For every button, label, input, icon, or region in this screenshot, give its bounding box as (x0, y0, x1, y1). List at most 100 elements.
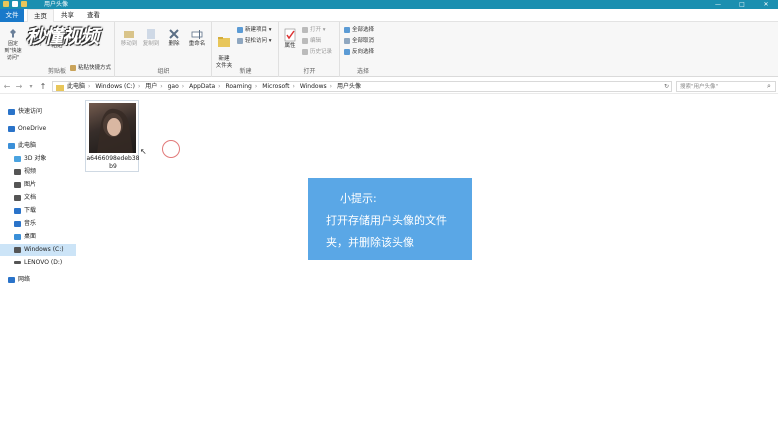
sidebar-item-lenovo-d[interactable]: LENOVO (D:) (0, 257, 76, 269)
rename-button[interactable]: 重命名 (186, 28, 208, 48)
new-item-button[interactable]: 新建项目 ▾ (237, 26, 272, 35)
ribbon: 固定到"快速访问" 复制 粘贴 粘贴快捷方式 剪贴板 移动到 复制到 删除 重命… (0, 22, 778, 77)
path-box[interactable]: 此电脑 › Windows (C:) › 用户 › gao › AppData › Roa… (52, 81, 672, 92)
pin-icon (10, 29, 16, 38)
select-all-icon (344, 26, 350, 33)
new-group: 新建 文件夹 新建项目 ▾ 轻松访问 ▾ 新建 (213, 22, 279, 77)
star-icon (8, 108, 15, 115)
history-icon (302, 48, 308, 55)
sidebar-item-this-pc[interactable]: 此电脑 (0, 140, 76, 152)
new-folder-icon[interactable] (21, 1, 27, 7)
title-bar: 用户头像 — □ ✕ (0, 0, 778, 9)
pin-quick-access-button[interactable]: 固定到"快速访问" (2, 28, 24, 62)
sidebar-item-3d-objects[interactable]: 3D 对象 (0, 153, 76, 165)
sidebar-item-videos[interactable]: 视频 (0, 166, 76, 178)
tab-file[interactable]: 文件 (0, 9, 24, 22)
search-icon: ⌕ (767, 82, 771, 90)
rename-icon (191, 30, 203, 39)
drive-icon (14, 246, 21, 253)
document-icon (14, 194, 21, 201)
navigation-pane: 快速访问 OneDrive 此电脑 3D 对象 视频 图片 文档 下载 音乐 桌… (0, 96, 76, 438)
new-group-label: 新建 (239, 68, 252, 75)
clipboard-group-label: 剪贴板 (47, 68, 66, 75)
breadcrumb-item[interactable]: 用户 (145, 83, 157, 90)
breadcrumb-item[interactable]: Windows (C:) (95, 83, 135, 90)
move-to-button[interactable]: 移动到 (120, 28, 138, 48)
tab-home[interactable]: 主页 (27, 9, 54, 22)
open-button[interactable]: 打开 ▾ (302, 26, 326, 35)
properties-icon[interactable] (12, 1, 18, 7)
open-group: 属性 打开 ▾ 编辑 历史记录 打开 (280, 22, 340, 77)
sidebar-item-desktop[interactable]: 桌面 (0, 231, 76, 243)
sidebar-item-documents[interactable]: 文档 (0, 192, 76, 204)
history-button[interactable]: 历史记录 (302, 48, 332, 57)
copy-to-button[interactable]: 复制到 (142, 28, 160, 48)
maximize-button[interactable]: □ (730, 0, 754, 9)
folder-icon (56, 85, 64, 91)
tab-share[interactable]: 共享 (55, 9, 80, 22)
portrait-image (89, 103, 136, 153)
breadcrumb-item[interactable]: Roaming (225, 83, 251, 90)
sidebar-item-quick-access[interactable]: 快速访问 (0, 106, 76, 118)
forward-button[interactable]: → (14, 81, 24, 92)
invert-selection-icon (344, 48, 350, 55)
organize-group-label: 组织 (157, 68, 170, 75)
select-none-icon (344, 37, 350, 44)
mouse-pointer-icon: ↖ (140, 147, 147, 156)
new-folder-button[interactable]: 新建 文件夹 (213, 28, 235, 70)
search-input[interactable]: 搜索"用户头像" (676, 81, 776, 92)
sidebar-item-downloads[interactable]: 下载 (0, 205, 76, 217)
select-group: 全部选择 全部取消 反向选择 选择 (341, 22, 385, 77)
video-icon (14, 168, 21, 175)
ribbon-tabs: 文件 主页 共享 查看 (0, 9, 778, 22)
new-item-icon (237, 26, 243, 33)
up-button[interactable]: ↑ (38, 81, 48, 92)
address-bar: ← → ▾ ↑ 此电脑 › Windows (C:) › 用户 › gao › AppD… (0, 79, 778, 94)
breadcrumb-item[interactable]: Microsoft (262, 83, 289, 90)
file-item[interactable]: a6466098edeb38b9 (85, 100, 140, 172)
click-indicator (162, 140, 180, 158)
network-icon (8, 276, 15, 283)
back-button[interactable]: ← (2, 81, 12, 92)
breadcrumb-item[interactable]: 用户头像 (337, 83, 361, 90)
delete-icon (169, 29, 179, 39)
delete-button[interactable]: 删除 (166, 28, 182, 48)
close-button[interactable]: ✕ (754, 0, 778, 9)
recent-locations-button[interactable]: ▾ (26, 81, 36, 92)
sidebar-item-music[interactable]: 音乐 (0, 218, 76, 230)
organize-group: 移动到 复制到 删除 重命名 组织 (116, 22, 212, 77)
open-icon (302, 26, 308, 33)
sidebar-item-windows-c[interactable]: Windows (C:) (0, 244, 76, 256)
tip-box: 小提示: 打开存储用户头像的文件夹，并删除该头像 (308, 178, 472, 260)
avatar-thumbnail (89, 103, 136, 153)
tab-view[interactable]: 查看 (81, 9, 106, 22)
sidebar-item-pictures[interactable]: 图片 (0, 179, 76, 191)
sidebar-item-onedrive[interactable]: OneDrive (0, 123, 76, 135)
breadcrumb-item[interactable]: 此电脑 (67, 83, 85, 90)
easy-access-button[interactable]: 轻松访问 ▾ (237, 37, 272, 46)
cube-icon (14, 155, 21, 162)
select-group-label: 选择 (356, 68, 369, 75)
tip-body: 打开存储用户头像的文件夹，并删除该头像 (326, 214, 447, 249)
breadcrumb: 此电脑 › Windows (C:) › 用户 › gao › AppData › Roa… (67, 83, 361, 90)
breadcrumb-item[interactable]: Windows (300, 83, 327, 90)
select-all-button[interactable]: 全部选择 (344, 26, 374, 35)
folder-icon[interactable] (3, 1, 9, 7)
select-none-button[interactable]: 全部取消 (344, 37, 374, 46)
minimize-button[interactable]: — (706, 0, 730, 9)
music-icon (14, 220, 21, 227)
new-folder-icon (218, 37, 230, 47)
breadcrumb-item[interactable]: AppData (189, 83, 215, 90)
pin-label: 固定到"快速访问" (4, 41, 22, 61)
picture-icon (14, 181, 21, 188)
properties-button[interactable]: 属性 (282, 28, 298, 50)
easy-access-icon (237, 37, 243, 44)
sidebar-item-network[interactable]: 网络 (0, 274, 76, 286)
refresh-icon[interactable]: ↻ (664, 82, 669, 92)
breadcrumb-item[interactable]: gao (168, 83, 179, 90)
invert-selection-button[interactable]: 反向选择 (344, 48, 374, 57)
edit-button[interactable]: 编辑 (302, 37, 321, 46)
computer-icon (8, 142, 15, 149)
edit-icon (302, 37, 308, 44)
window-title: 用户头像 (44, 1, 69, 8)
